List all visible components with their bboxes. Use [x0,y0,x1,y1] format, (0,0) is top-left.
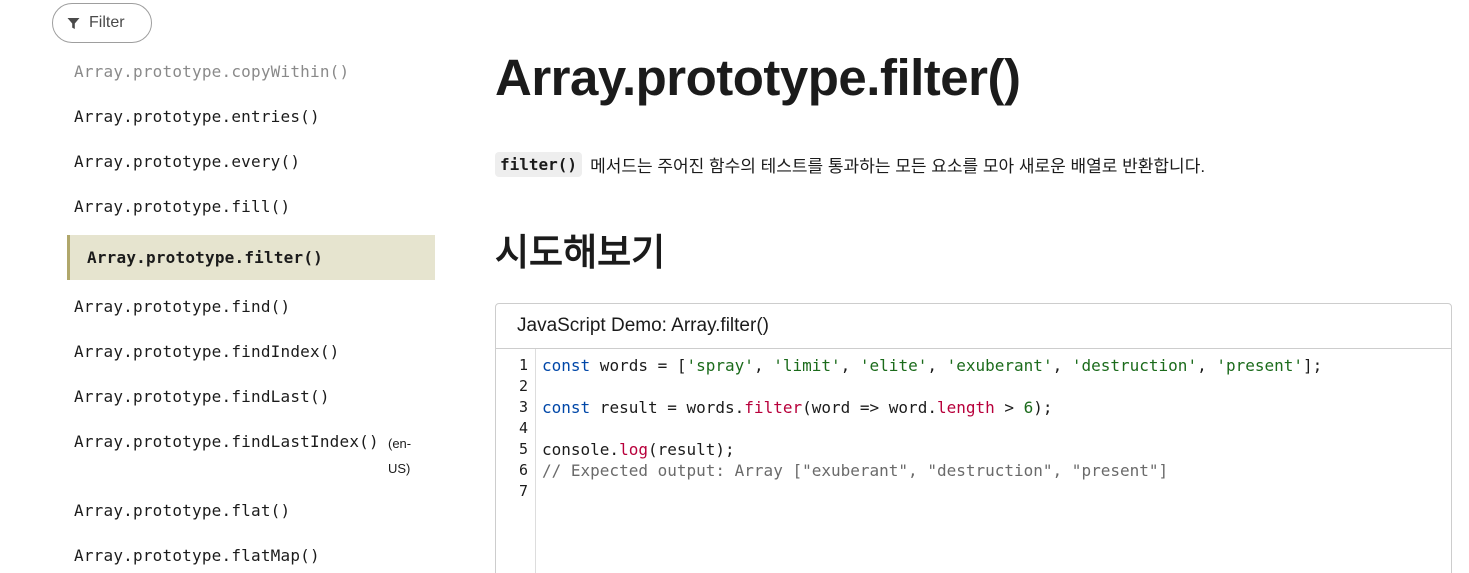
line-number-gutter: 1 2 3 4 5 6 7 [496,349,536,573]
description-code: filter() [495,152,583,177]
demo-header: JavaScript Demo: Array.filter() [496,304,1451,349]
code-text: , [1197,356,1217,375]
code-string: 'limit' [773,356,841,375]
code-text: console. [542,440,620,459]
sidebar-item-fill[interactable]: Array.prototype.fill() [74,197,290,216]
code-string: 'exuberant' [946,356,1053,375]
locale-badge-line1: (en- [388,436,412,451]
code-number: 6 [1023,398,1034,417]
code-function: log [619,440,648,459]
code-text: (result); [647,440,735,459]
code-editor[interactable]: 1 2 3 4 5 6 7 const words = ['spray', 'l… [496,349,1451,573]
line-number: 2 [518,377,528,395]
code-text: result = words. [590,398,745,417]
code-text: , [753,356,774,375]
code-text: ]; [1303,356,1323,375]
code-text: ); [1033,398,1053,417]
code-string: 'spray' [686,356,754,375]
code-string: 'destruction' [1071,356,1198,375]
code-string: 'present' [1216,356,1304,375]
code-line-1: const words = ['spray', 'limit', 'elite'… [542,355,1322,376]
code-text: > [994,398,1024,417]
sidebar: Array.prototype.copyWithin() Array.proto… [0,0,440,573]
code-text: words = [ [590,356,687,375]
code-keyword: const [542,356,591,375]
page-title: Array.prototype.filter() [495,49,1021,106]
sidebar-item-filter[interactable]: Array.prototype.filter() [67,235,435,280]
sidebar-item-copywithin[interactable]: Array.prototype.copyWithin() [74,62,349,81]
locale-badge: (en- US) [388,431,420,481]
locale-badge-line2: US) [388,461,411,476]
code-string: 'elite' [859,356,928,375]
main-content: Array.prototype.filter() filter() 메서드는 주… [495,0,1455,573]
line-number: 1 [518,356,528,374]
code-property: length [936,398,995,417]
description-text: 메서드는 주어진 함수의 테스트를 통과하는 모든 요소를 모아 새로운 배열로… [590,157,1206,176]
code-line-3: const result = words.filter(word => word… [542,397,1053,418]
code-text: , [927,356,947,375]
code-text: , [840,356,860,375]
code-line-6: // Expected output: Array ["exuberant", … [542,461,1169,480]
line-number: 5 [518,440,528,458]
sidebar-item-find[interactable]: Array.prototype.find() [74,297,290,316]
line-number: 6 [518,461,528,479]
description: filter() 메서드는 주어진 함수의 테스트를 통과하는 모든 요소를 모… [495,152,1205,177]
interactive-demo: JavaScript Demo: Array.filter() 1 2 3 4 … [495,303,1452,573]
sidebar-item-flat[interactable]: Array.prototype.flat() [74,501,290,520]
line-number: 4 [518,419,528,437]
sidebar-item-flatmap[interactable]: Array.prototype.flatMap() [74,546,320,565]
section-title-try-it: 시도해보기 [495,231,666,274]
code-line-5: console.log(result); [542,439,735,460]
sidebar-item-every[interactable]: Array.prototype.every() [74,152,300,171]
line-number: 3 [518,398,528,416]
sidebar-item-findlastindex[interactable]: Array.prototype.findLastIndex() [74,432,379,451]
code-function: filter [744,398,803,417]
sidebar-item-findlast[interactable]: Array.prototype.findLast() [74,387,330,406]
line-number: 7 [518,482,528,500]
code-keyword: const [542,398,591,417]
code-text: , [1052,356,1072,375]
code-text: (word => word. [802,398,937,417]
sidebar-item-entries[interactable]: Array.prototype.entries() [74,107,320,126]
sidebar-item-findindex[interactable]: Array.prototype.findIndex() [74,342,340,361]
